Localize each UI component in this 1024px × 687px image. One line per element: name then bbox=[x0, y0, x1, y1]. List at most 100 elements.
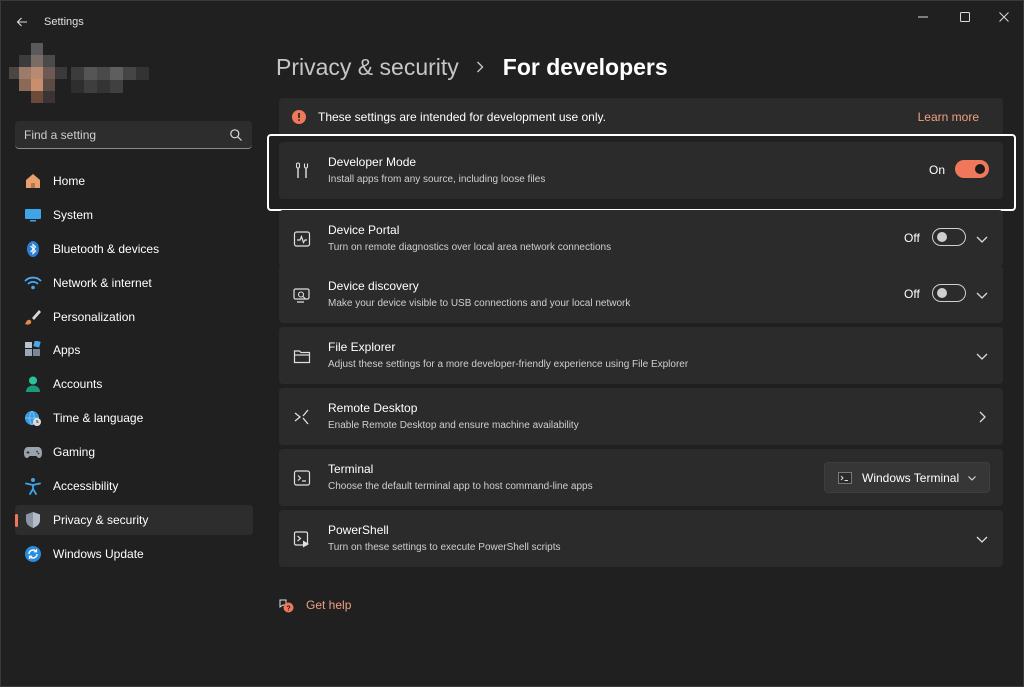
sidebar-item-windows-update[interactable]: Windows Update bbox=[15, 539, 253, 569]
info-bar: These settings are intended for developm… bbox=[279, 98, 1003, 135]
breadcrumb: Privacy & security For developers bbox=[276, 51, 668, 83]
sidebar-item-label: Bluetooth & devices bbox=[53, 241, 160, 256]
sidebar-item-privacy-security[interactable]: Privacy & security bbox=[15, 504, 253, 535]
sidebar-item-system[interactable]: System bbox=[15, 200, 253, 230]
highlight-frame bbox=[267, 134, 1016, 211]
sidebar-item-personalization[interactable]: Personalization bbox=[15, 302, 253, 332]
home-icon bbox=[24, 172, 42, 190]
setting-card-device-portal[interactable]: Device Portal Turn on remote diagnostics… bbox=[279, 210, 1003, 267]
avatar[interactable] bbox=[9, 43, 71, 105]
setting-card-remote-desktop[interactable]: Remote Desktop Enable Remote Desktop and… bbox=[279, 388, 1003, 445]
pulse-monitor-icon bbox=[293, 231, 311, 247]
terminal-icon bbox=[293, 470, 311, 486]
maximize-button[interactable] bbox=[947, 7, 983, 27]
chevron-down-icon[interactable] bbox=[975, 232, 989, 246]
account-name-redacted bbox=[71, 67, 149, 93]
globe-clock-icon bbox=[24, 409, 42, 427]
terminal-select-value: Windows Terminal bbox=[862, 471, 960, 485]
setting-card-powershell[interactable]: PowerShell Turn on these settings to exe… bbox=[279, 510, 1003, 567]
sidebar-item-label: Apps bbox=[53, 343, 81, 358]
sidebar-item-accessibility[interactable]: Accessibility bbox=[15, 471, 253, 501]
info-icon bbox=[292, 110, 306, 124]
search-icon[interactable] bbox=[229, 128, 243, 142]
chevron-right-icon bbox=[475, 60, 489, 74]
setting-description: Turn on these settings to execute PowerS… bbox=[328, 542, 561, 553]
bluetooth-icon bbox=[24, 240, 42, 258]
search-box bbox=[15, 121, 252, 149]
search-input[interactable] bbox=[15, 121, 225, 149]
sidebar-nav: Home System Bluetooth & devices Network … bbox=[15, 166, 253, 573]
sidebar-item-label: Gaming bbox=[53, 445, 96, 460]
get-help-link[interactable]: Get help bbox=[306, 598, 351, 612]
sidebar-item-accounts[interactable]: Accounts bbox=[15, 369, 253, 399]
sidebar-item-apps[interactable]: Apps bbox=[15, 335, 253, 365]
device-portal-toggle[interactable] bbox=[932, 228, 966, 246]
learn-more-link[interactable]: Learn more bbox=[918, 110, 979, 124]
device-discovery-toggle[interactable] bbox=[932, 284, 966, 302]
setting-title: Terminal bbox=[328, 462, 374, 476]
gamepad-icon bbox=[24, 443, 42, 461]
sidebar-item-label: Personalization bbox=[53, 309, 136, 324]
sidebar-item-label: Network & internet bbox=[53, 275, 152, 290]
close-button[interactable] bbox=[986, 7, 1022, 27]
chevron-down-icon[interactable] bbox=[975, 349, 989, 363]
sidebar-item-label: Time & language bbox=[53, 411, 144, 426]
sidebar-item-label: System bbox=[53, 207, 94, 222]
setting-description: Enable Remote Desktop and ensure machine… bbox=[328, 420, 579, 431]
setting-title: Device discovery bbox=[328, 279, 419, 293]
close-icon bbox=[999, 12, 1009, 22]
setting-description: Adjust these settings for a more develop… bbox=[328, 359, 689, 370]
chevron-down-icon[interactable] bbox=[975, 288, 989, 302]
remote-desktop-icon bbox=[294, 409, 309, 425]
toggle-knob bbox=[937, 288, 947, 298]
minimize-icon bbox=[918, 16, 928, 18]
minimize-button[interactable] bbox=[905, 7, 941, 27]
setting-title: File Explorer bbox=[328, 340, 396, 354]
system-icon bbox=[24, 206, 42, 224]
setting-title: PowerShell bbox=[328, 523, 389, 537]
back-button[interactable] bbox=[11, 11, 33, 33]
sidebar-item-gaming[interactable]: Gaming bbox=[15, 437, 253, 467]
accessibility-icon bbox=[24, 477, 42, 495]
setting-card-terminal: Terminal Choose the default terminal app… bbox=[279, 449, 1003, 506]
setting-card-file-explorer[interactable]: File Explorer Adjust these settings for … bbox=[279, 327, 1003, 384]
setting-description: Make your device visible to USB connecti… bbox=[328, 298, 631, 309]
terminal-app-select[interactable]: Windows Terminal bbox=[824, 462, 990, 493]
maximize-icon bbox=[960, 12, 970, 22]
shield-icon bbox=[24, 511, 42, 529]
sidebar-item-label: Accessibility bbox=[53, 479, 119, 494]
powershell-icon bbox=[293, 531, 309, 548]
sidebar-item-network[interactable]: Network & internet bbox=[15, 268, 253, 298]
get-help-row: ? Get help bbox=[278, 596, 351, 614]
folder-icon bbox=[293, 350, 311, 364]
toggle-knob bbox=[937, 232, 947, 242]
settings-window: Settings Find a setting Home System Blue… bbox=[0, 0, 1024, 687]
person-icon bbox=[24, 375, 42, 393]
toggle-state-label: Off bbox=[904, 231, 920, 245]
sidebar-item-bluetooth[interactable]: Bluetooth & devices bbox=[15, 234, 253, 264]
sidebar-item-label: Accounts bbox=[53, 377, 103, 392]
sidebar-item-label: Privacy & security bbox=[53, 512, 149, 527]
brush-icon bbox=[24, 308, 42, 326]
device-search-icon bbox=[293, 288, 310, 303]
info-text: These settings are intended for developm… bbox=[318, 110, 606, 124]
sidebar-item-label: Windows Update bbox=[53, 546, 144, 561]
app-title: Settings bbox=[44, 16, 84, 28]
back-arrow-icon bbox=[16, 17, 27, 27]
chevron-down-icon[interactable] bbox=[975, 532, 989, 546]
setting-description: Turn on remote diagnostics over local ar… bbox=[328, 242, 612, 253]
svg-text:?: ? bbox=[286, 606, 290, 613]
wifi-icon bbox=[24, 274, 42, 292]
sidebar-item-time-language[interactable]: Time & language bbox=[15, 403, 253, 433]
chevron-down-icon bbox=[968, 476, 976, 481]
sidebar-item-home[interactable]: Home bbox=[15, 166, 253, 196]
setting-description: Choose the default terminal app to host … bbox=[328, 481, 593, 492]
page-title: For developers bbox=[502, 53, 668, 80]
apps-icon bbox=[24, 341, 42, 359]
breadcrumb-parent-link[interactable]: Privacy & security bbox=[276, 54, 459, 81]
windows-terminal-icon bbox=[838, 472, 852, 484]
chevron-right-icon[interactable] bbox=[975, 410, 989, 424]
help-chat-icon: ? bbox=[279, 599, 294, 613]
setting-title: Remote Desktop bbox=[328, 401, 418, 415]
setting-card-device-discovery[interactable]: Device discovery Make your device visibl… bbox=[279, 266, 1003, 323]
